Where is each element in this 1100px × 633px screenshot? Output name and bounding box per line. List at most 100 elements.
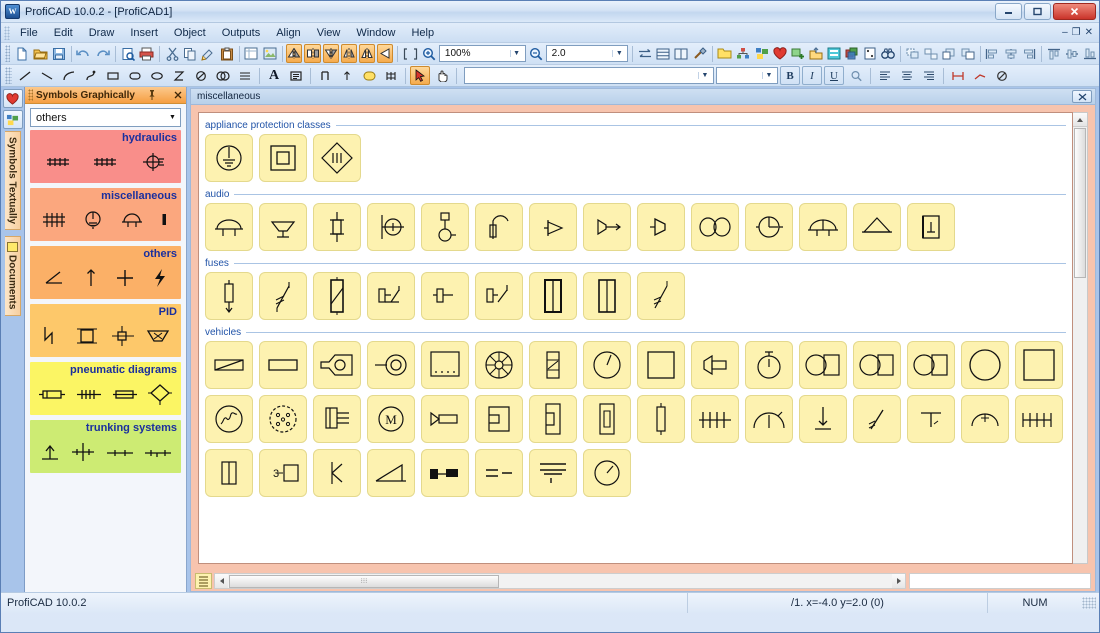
- align-right-button[interactable]: [1021, 44, 1037, 63]
- scroll-thumb[interactable]: ⁝⁝⁝: [229, 575, 499, 588]
- symbol-tile-audio-dome-wide[interactable]: [799, 203, 847, 251]
- symbol-tile-veh-stack[interactable]: [529, 449, 577, 497]
- terminal-button[interactable]: [315, 66, 335, 85]
- menu-align[interactable]: Align: [268, 25, 308, 41]
- rotate-left-button[interactable]: [286, 44, 302, 63]
- symbol-tile-veh-arrow-down[interactable]: [799, 395, 847, 443]
- close-icon[interactable]: [170, 91, 186, 99]
- mirror-vertical-button[interactable]: [304, 44, 320, 63]
- layers-button[interactable]: [844, 44, 860, 63]
- symbol-tile-audio-headphones[interactable]: [691, 203, 739, 251]
- symbol-tile-veh-tee[interactable]: [907, 395, 955, 443]
- select-button[interactable]: [410, 66, 430, 85]
- align-bottom-button[interactable]: [1082, 44, 1098, 63]
- symbol-tile-audio-mic-round[interactable]: [745, 203, 793, 251]
- close-button[interactable]: [1053, 3, 1096, 20]
- symbol-tile-audio-loudspeaker[interactable]: [637, 203, 685, 251]
- canvas-vertical-scrollbar[interactable]: [1073, 112, 1088, 564]
- bezier-button[interactable]: [81, 66, 101, 85]
- symbol-tile-veh-meter-arc[interactable]: [745, 395, 793, 443]
- circle-slash-button[interactable]: [191, 66, 211, 85]
- symbol-tile-audio-microphone-circle[interactable]: [367, 203, 415, 251]
- swap-button[interactable]: [637, 44, 653, 63]
- library-button[interactable]: [826, 44, 842, 63]
- symbol-library-selector[interactable]: others ▼: [30, 108, 181, 127]
- chevron-down-icon[interactable]: ▼: [762, 72, 775, 79]
- menu-help[interactable]: Help: [403, 25, 442, 41]
- menu-window[interactable]: Window: [348, 25, 403, 41]
- zoom-in-button[interactable]: [421, 44, 437, 63]
- symbol-tile-fuse-disconnect-arm[interactable]: [367, 272, 415, 320]
- rounded-rectangle-button[interactable]: [125, 66, 145, 85]
- category-hydraulics[interactable]: hydraulics: [30, 130, 181, 183]
- print-button[interactable]: [138, 44, 155, 63]
- menu-object[interactable]: Object: [166, 25, 214, 41]
- symbol-tile-veh-block[interactable]: [421, 449, 469, 497]
- rotate-right-button[interactable]: [323, 44, 339, 63]
- heart-icon[interactable]: [3, 89, 23, 108]
- rows-button[interactable]: [655, 44, 671, 63]
- palette-icon[interactable]: [3, 110, 23, 129]
- mdi-restore-button[interactable]: ❐: [1072, 27, 1081, 38]
- image-button[interactable]: [261, 44, 277, 63]
- sidebar-item-documents[interactable]: Documents: [5, 236, 21, 315]
- rotate-90-button[interactable]: [377, 44, 393, 63]
- open-file-button[interactable]: [32, 44, 49, 63]
- category-pneumatic-diagrams[interactable]: pneumatic diagrams: [30, 362, 181, 415]
- minimize-button[interactable]: [995, 3, 1022, 20]
- symbol-tile-fuse-hollow-bar[interactable]: [583, 272, 631, 320]
- align-top-button[interactable]: [1045, 44, 1061, 63]
- chevron-down-icon[interactable]: ▼: [698, 72, 711, 79]
- rectangle-button[interactable]: [103, 66, 123, 85]
- symbol-tile-audio-mic-stand[interactable]: [421, 203, 469, 251]
- page-list-icon[interactable]: [195, 573, 212, 589]
- symbol-tile-veh-motor[interactable]: M: [367, 395, 415, 443]
- symbol-tile-veh-coil-box[interactable]: [529, 341, 577, 389]
- text-align-left-button[interactable]: [875, 66, 895, 85]
- font-size-combo[interactable]: ▼: [716, 67, 778, 84]
- symbol-tile-veh-bracket[interactable]: [475, 395, 523, 443]
- format-painter-button[interactable]: [200, 44, 216, 63]
- flip-button[interactable]: [341, 44, 357, 63]
- print-preview-button[interactable]: [120, 44, 136, 63]
- page-name-field[interactable]: [909, 573, 1091, 589]
- scale-combo[interactable]: 2.0 ▼: [546, 45, 629, 62]
- align-left-button[interactable]: [984, 44, 1000, 63]
- symbol-tile-veh-connector[interactable]: [799, 341, 847, 389]
- symbol-tile-fuse-double-bar[interactable]: [529, 272, 577, 320]
- symbol-tile-veh-stopwatch[interactable]: [745, 341, 793, 389]
- symbol-tile-audio-horn-flag[interactable]: [529, 203, 577, 251]
- toolbar-grip[interactable]: [5, 67, 12, 84]
- no-connection-button[interactable]: [992, 66, 1012, 85]
- symbol-tile-veh-arc-dome[interactable]: [961, 395, 1009, 443]
- mirror-horizontal-button[interactable]: [359, 44, 375, 63]
- symbol-tile-veh-comb[interactable]: [691, 395, 739, 443]
- category-others[interactable]: others: [30, 246, 181, 299]
- properties-button[interactable]: [862, 44, 878, 63]
- symbol-tile-fuse-striker[interactable]: [205, 272, 253, 320]
- mdi-close-button[interactable]: ✕: [1085, 27, 1093, 38]
- menu-insert[interactable]: Insert: [122, 25, 166, 41]
- symbol-tile-veh-blank-panel[interactable]: [637, 341, 685, 389]
- hourglass-button[interactable]: [169, 66, 189, 85]
- paste-button[interactable]: [218, 44, 234, 63]
- wire-angle-button[interactable]: [970, 66, 990, 85]
- zoom-out-button[interactable]: [528, 44, 544, 63]
- cut-button[interactable]: [164, 44, 180, 63]
- ungroup-button[interactable]: [923, 44, 939, 63]
- font-name-combo[interactable]: ▼: [464, 67, 714, 84]
- pan-button[interactable]: [432, 66, 452, 85]
- page-setup-button[interactable]: [243, 44, 259, 63]
- magnifier-button[interactable]: [846, 66, 866, 85]
- symbol-tile-audio-horn-bowl[interactable]: [259, 203, 307, 251]
- text-align-center-button[interactable]: [897, 66, 917, 85]
- align-center-button[interactable]: [1002, 44, 1018, 63]
- symbol-tile-veh-dial[interactable]: [583, 449, 631, 497]
- sidebar-item-symbols-textually[interactable]: Symbols Textually: [5, 131, 21, 230]
- netlist-button[interactable]: [735, 44, 751, 63]
- symbol-tile-veh-heater-coil[interactable]: [205, 395, 253, 443]
- symbol-tile-audio-triangle-horn[interactable]: [853, 203, 901, 251]
- resize-grip[interactable]: [1082, 597, 1096, 609]
- toolbar-grip[interactable]: [5, 45, 10, 62]
- textbox-button[interactable]: [286, 66, 306, 85]
